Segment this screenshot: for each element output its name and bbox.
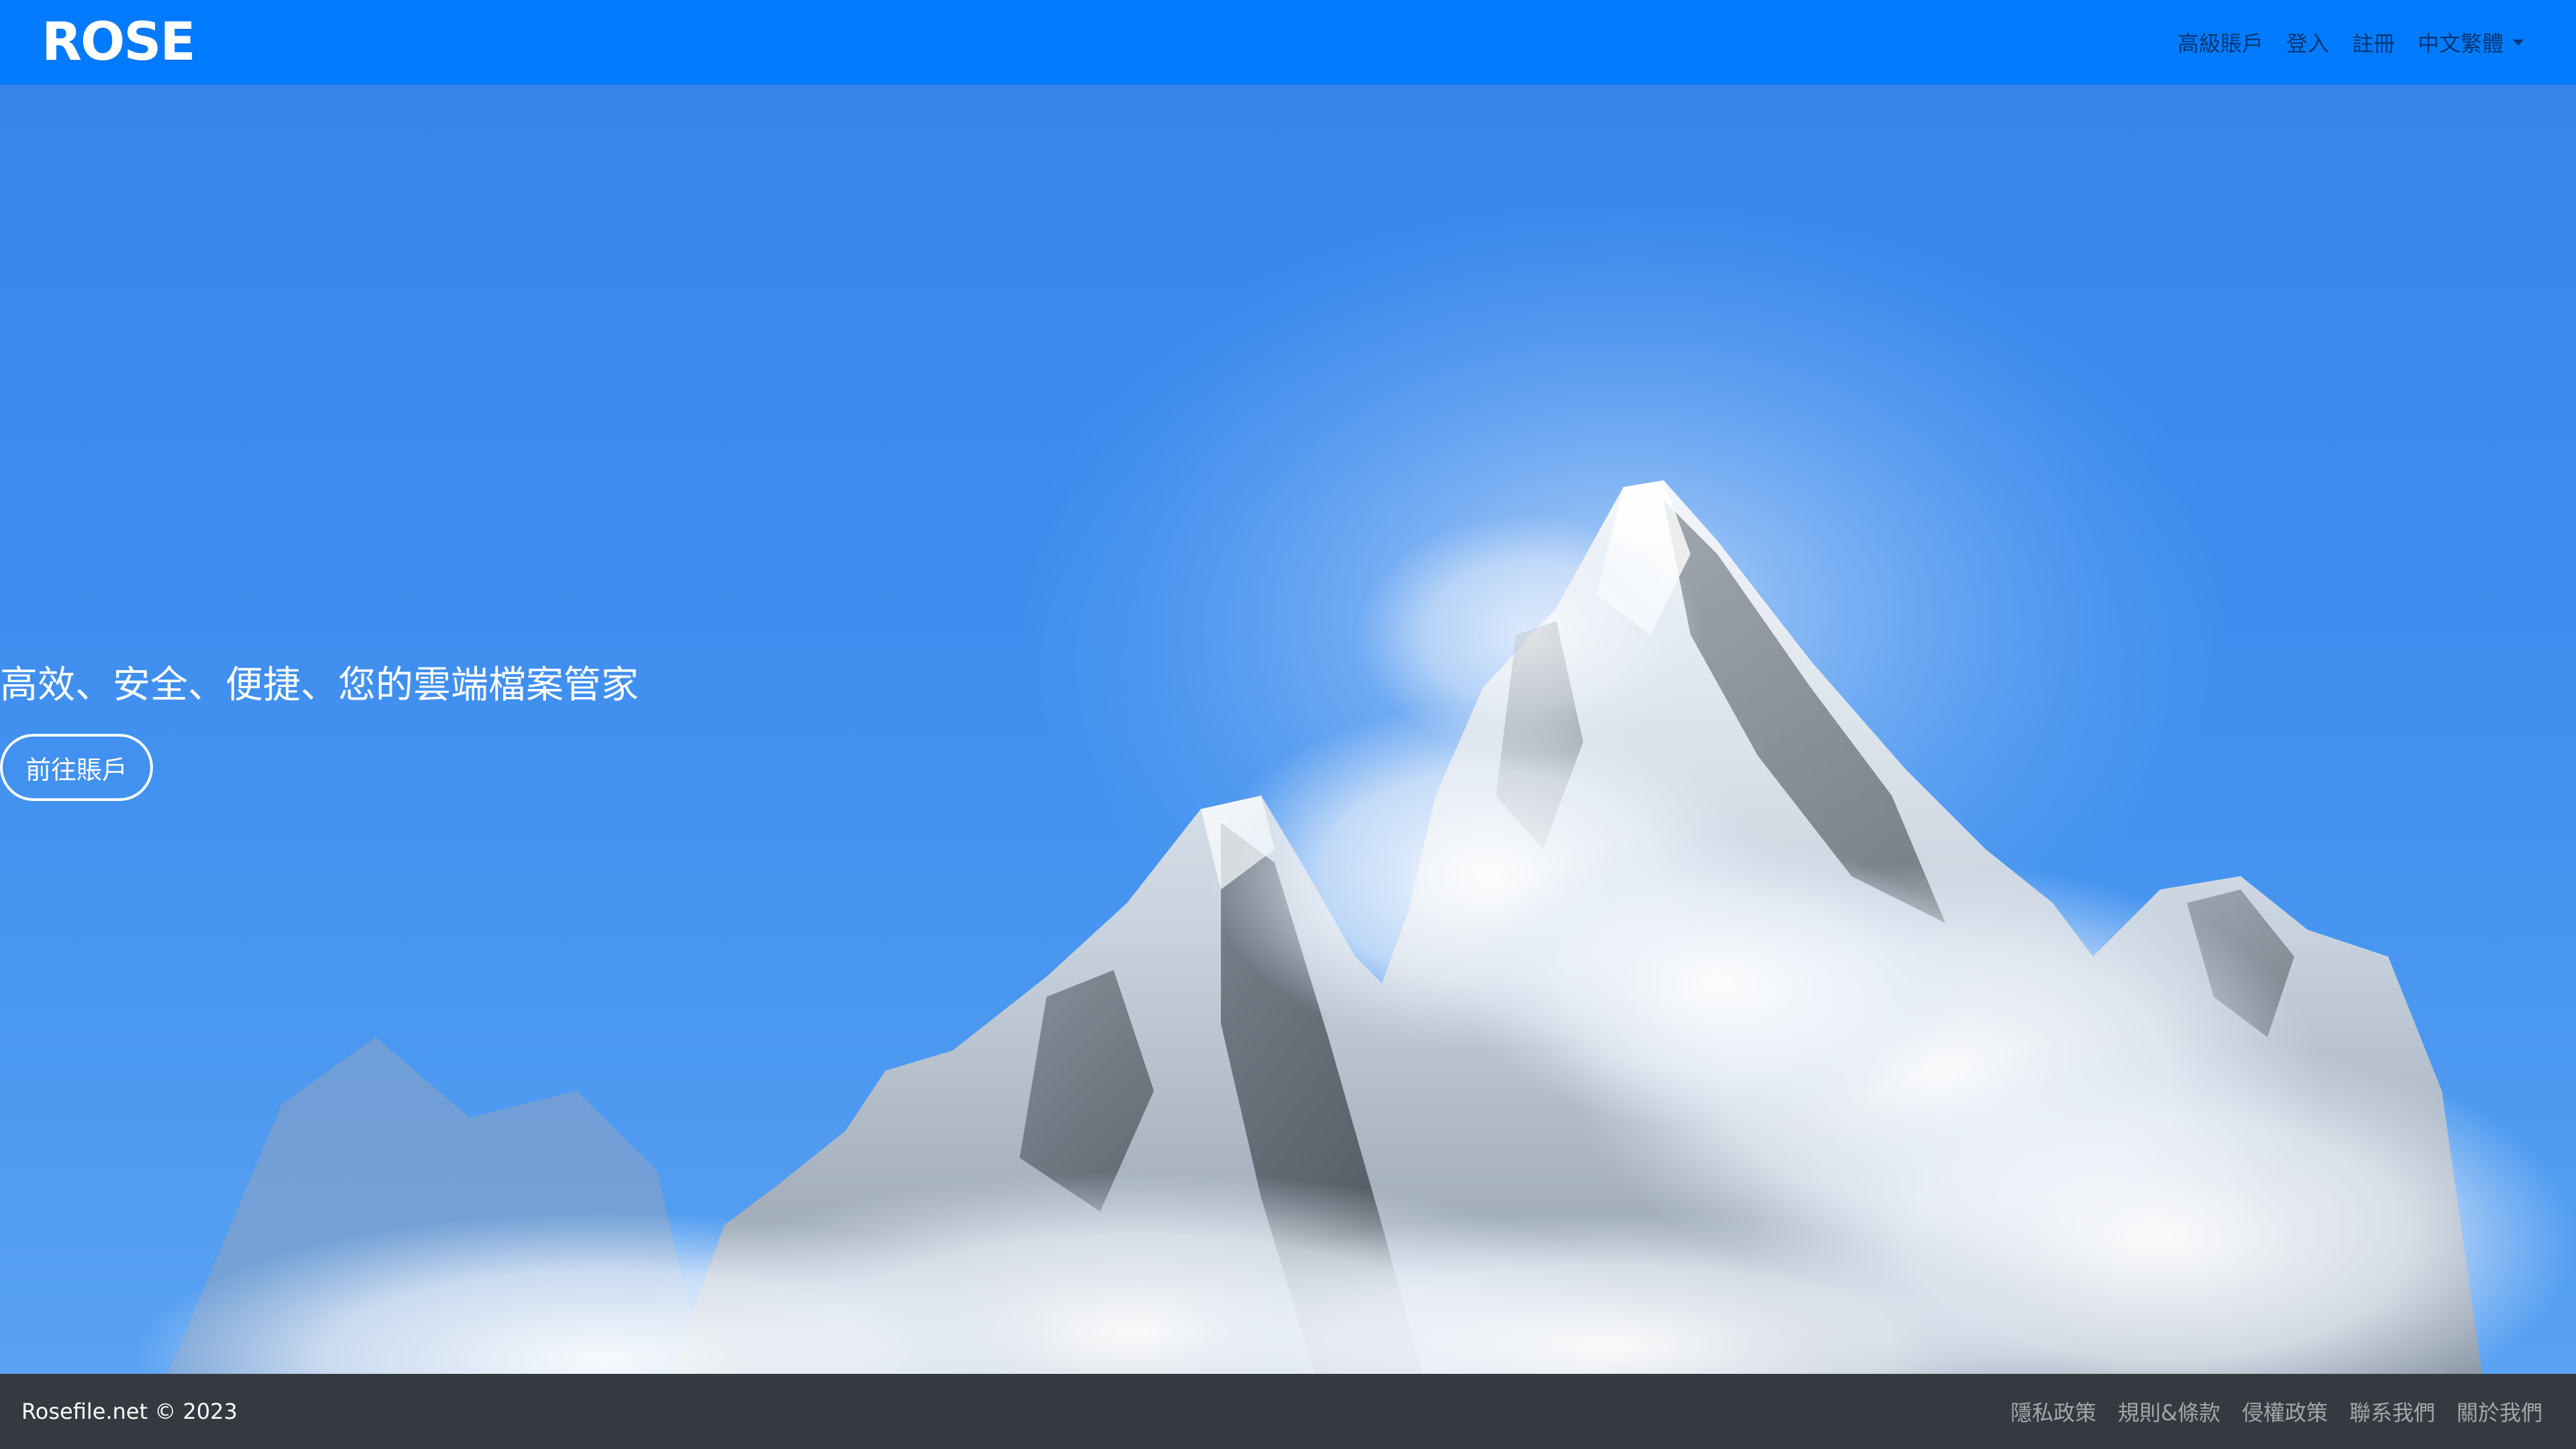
nav-link-login[interactable]: 登入 <box>2286 27 2329 58</box>
nav-link-register[interactable]: 註冊 <box>2352 27 2395 58</box>
brand-logo[interactable]: ROSE <box>42 16 196 68</box>
mountain-background-image <box>134 192 2576 1374</box>
hero-title: 高效、安全、便捷、您的雲端檔案管家 <box>0 663 639 707</box>
hero-section: 高效、安全、便捷、您的雲端檔案管家 前往賬戶 <box>0 85 2576 1374</box>
footer-link-terms[interactable]: 規則&條款 <box>2118 1396 2220 1427</box>
brand-logo-mark <box>95 40 111 45</box>
brand-logo-text: ROSE <box>42 12 196 72</box>
footer: Rosefile.net © 2023 隱私政策 規則&條款 侵權政策 聯系我們… <box>0 1374 2576 1449</box>
footer-link-about[interactable]: 關於我們 <box>2457 1396 2542 1427</box>
nav-link-premium[interactable]: 高級賬戶 <box>2178 27 2263 58</box>
copyright-text: Rosefile.net © 2023 <box>21 1399 237 1424</box>
go-to-account-button[interactable]: 前往賬戶 <box>0 734 154 801</box>
language-dropdown[interactable]: 中文繁體 <box>2418 27 2524 58</box>
caret-down-icon <box>2513 39 2524 46</box>
footer-link-copyright-policy[interactable]: 侵權政策 <box>2242 1396 2328 1427</box>
language-dropdown-label: 中文繁體 <box>2417 31 2504 56</box>
footer-links: 隱私政策 規則&條款 侵權政策 聯系我們 關於我們 <box>2010 1396 2542 1427</box>
footer-link-privacy[interactable]: 隱私政策 <box>2010 1396 2096 1427</box>
nav-links: 高級賬戶 登入 註冊 中文繁體 <box>2178 27 2524 58</box>
footer-link-contact[interactable]: 聯系我們 <box>2349 1396 2435 1427</box>
top-navbar: ROSE 高級賬戶 登入 註冊 中文繁體 <box>0 0 2576 85</box>
